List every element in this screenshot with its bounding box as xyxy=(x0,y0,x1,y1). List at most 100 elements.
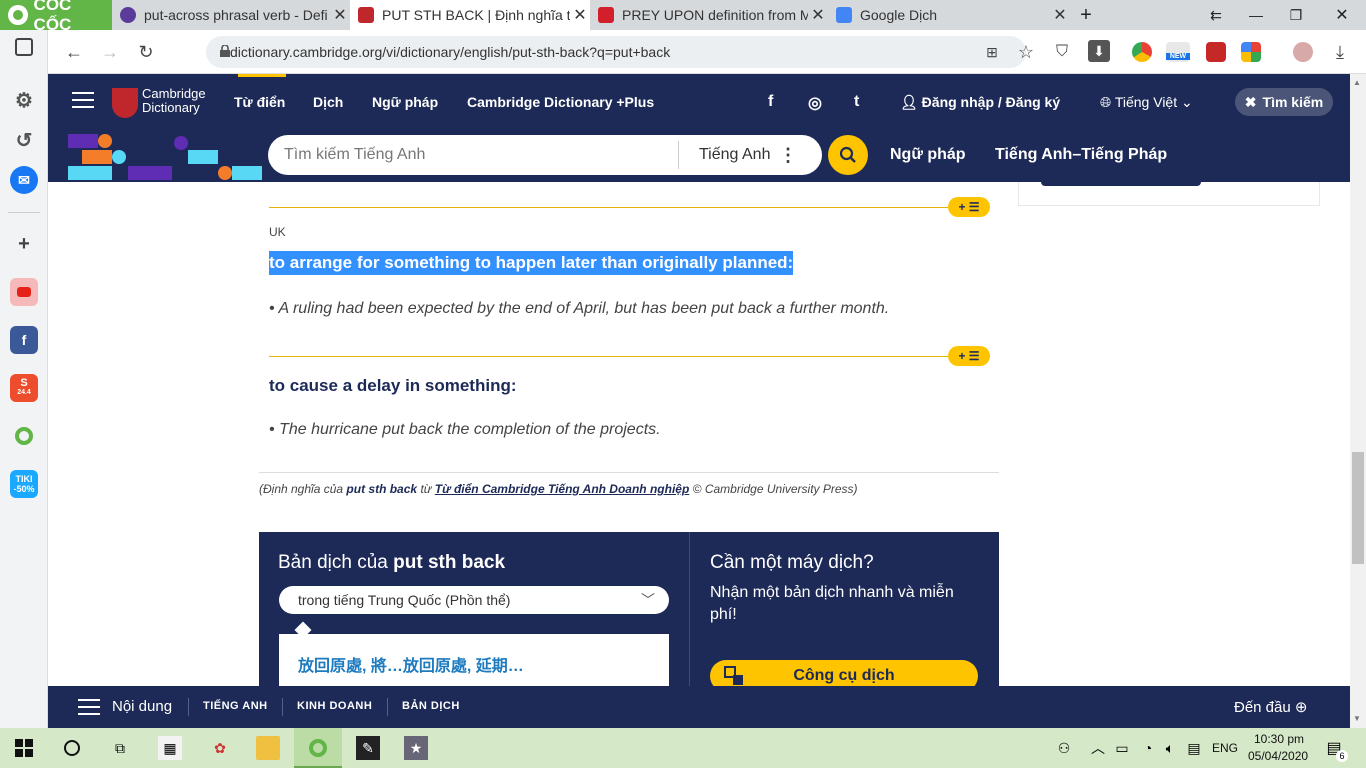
sense-divider xyxy=(269,356,949,357)
browser-tab-prey-upon[interactable]: PREY UPON definition from M ✕ xyxy=(590,0,828,30)
add-to-wordlist-button[interactable]: + ☰ xyxy=(948,346,990,366)
instagram-icon[interactable]: ◎ xyxy=(808,93,822,113)
coccoc-logo[interactable]: CỐC CỐC xyxy=(0,0,112,34)
contents-link[interactable]: Nội dung xyxy=(112,698,172,715)
app-icon-3[interactable]: ✎ xyxy=(356,736,380,760)
nav-dictionary[interactable]: Từ điển xyxy=(234,94,285,110)
tab-close-icon[interactable]: ✕ xyxy=(330,5,350,25)
translate-tool-button[interactable]: Công cụ dịch xyxy=(710,660,978,686)
bottom-link-english[interactable]: TIẾNG ANH xyxy=(203,700,268,712)
search-button[interactable] xyxy=(828,135,868,175)
sidebar-ad-box xyxy=(1018,182,1320,206)
address-bar[interactable]: dictionary.cambridge.org/vi/dictionary/e… xyxy=(206,36,1026,68)
reload-icon[interactable]: ↻ xyxy=(134,40,158,64)
translation-result[interactable]: 放回原處, 將…放回原處, 延期… xyxy=(298,652,524,676)
subnav-grammar[interactable]: Ngữ pháp xyxy=(890,146,966,164)
contents-menu-icon[interactable] xyxy=(78,699,100,717)
page-scrollbar[interactable]: ▲ ▼ xyxy=(1350,74,1366,728)
app-icon-4[interactable]: ★ xyxy=(404,736,428,760)
lock-icon xyxy=(220,45,230,57)
add-to-wordlist-button[interactable]: + ☰ xyxy=(948,197,990,217)
shield-icon[interactable]: ⛉ xyxy=(1050,40,1074,64)
facebook-icon[interactable]: f xyxy=(10,326,38,354)
scrollbar-thumb[interactable] xyxy=(1352,452,1364,564)
search-toggle-button[interactable]: ✖ Tìm kiếm xyxy=(1235,88,1333,116)
search-input[interactable]: Tìm kiếm Tiếng Anh xyxy=(268,146,678,164)
clock-date[interactable]: 05/04/2020 xyxy=(1248,749,1308,763)
volume-icon[interactable]: 🔈︎ xyxy=(1158,736,1182,760)
minimize-icon[interactable]: — xyxy=(1236,0,1276,30)
app-icon-2[interactable]: ✿ xyxy=(208,736,232,760)
battery-icon[interactable]: ▭ xyxy=(1110,736,1134,760)
file-explorer-icon[interactable] xyxy=(256,736,280,760)
tab-close-icon[interactable]: ✕ xyxy=(808,5,828,25)
menu-icon[interactable] xyxy=(72,92,94,110)
tiki-icon[interactable]: TIKI -50% xyxy=(10,470,38,498)
task-view-icon[interactable]: ⧉ xyxy=(108,736,132,760)
nav-plus[interactable]: Cambridge Dictionary +Plus xyxy=(467,94,654,110)
browser-tab-put-sth-back[interactable]: PUT STH BACK | Định nghĩa tr ✕ xyxy=(350,0,590,30)
extension-red-icon[interactable] xyxy=(1206,42,1226,62)
bottom-link-translation[interactable]: BẢN DỊCH xyxy=(402,700,460,712)
nav-translate[interactable]: Dịch xyxy=(313,94,343,110)
extension-colors-icon[interactable] xyxy=(1241,42,1261,62)
windows-start-icon[interactable] xyxy=(12,736,36,760)
new-tab-icon[interactable]: + xyxy=(1066,0,1106,30)
scroll-up-icon[interactable]: ▲ xyxy=(1353,78,1361,87)
extension-chrome-icon[interactable] xyxy=(1132,42,1152,62)
twitter-icon[interactable]: t xyxy=(854,93,859,111)
facebook-icon[interactable]: f xyxy=(768,93,773,111)
tab-list-icon[interactable]: ⇇ xyxy=(1196,0,1236,30)
history-icon[interactable]: ↺ xyxy=(10,126,38,154)
nav-grammar[interactable]: Ngữ pháp xyxy=(372,94,438,110)
language-selector[interactable]: 🌐︎ Tiếng Việt ⌄ xyxy=(1100,94,1193,111)
downloads-icon[interactable]: ⤓ xyxy=(1328,40,1352,64)
search-language-select[interactable]: Tiếng Anh xyxy=(679,146,779,164)
search-circle-icon[interactable] xyxy=(60,736,84,760)
clock-time[interactable]: 10:30 pm xyxy=(1254,732,1304,746)
forward-icon[interactable]: → xyxy=(98,40,122,64)
back-to-top-link[interactable]: Đến đầu ⊕ xyxy=(1234,698,1307,716)
logo-line-2: Dictionary xyxy=(142,100,200,115)
input-language[interactable]: ENG xyxy=(1212,741,1238,755)
login-link[interactable]: 👤︎ Đăng nhập / Đăng ký xyxy=(900,94,1060,111)
credit-source-link[interactable]: Từ điển Cambridge Tiếng Anh Doanh nghiệp xyxy=(435,482,690,496)
shopee-icon[interactable]: S 24.4 xyxy=(10,374,38,402)
region-label: UK xyxy=(269,225,286,239)
settings-icon[interactable]: ⚙ xyxy=(10,86,38,114)
tab-close-icon[interactable]: ✕ xyxy=(570,5,590,25)
back-icon[interactable]: ← xyxy=(62,40,86,64)
bookmark-star-icon[interactable]: ☆ xyxy=(1014,40,1038,64)
browser-tab-strip: CỐC CỐC put-across phrasal verb - Defi ✕… xyxy=(0,0,1366,34)
sidebar-toggle-icon[interactable] xyxy=(15,38,33,56)
machine-translate-title: Cần một máy dịch? xyxy=(710,552,874,573)
app-icon-1[interactable]: ▦ xyxy=(158,736,182,760)
translate-page-icon[interactable]: ⊞ xyxy=(980,40,1004,64)
translation-language-select[interactable]: trong tiếng Trung Quốc (Phồn thể) ﹀ xyxy=(279,586,669,614)
people-icon[interactable]: ⚇ xyxy=(1052,736,1076,760)
messenger-icon[interactable]: ✉ xyxy=(10,166,38,194)
browser-tab-put-across[interactable]: put-across phrasal verb - Defi ✕ xyxy=(112,0,350,30)
subnav-english-french[interactable]: Tiếng Anh–Tiếng Pháp xyxy=(995,146,1167,164)
extension-new-icon[interactable]: NEW xyxy=(1166,42,1190,62)
keyboard-icon[interactable]: ▤ xyxy=(1182,736,1206,760)
add-panel-icon[interactable]: + xyxy=(10,230,38,258)
coccoc-taskbar-icon[interactable] xyxy=(306,736,330,760)
profile-avatar[interactable] xyxy=(1293,42,1313,62)
restore-icon[interactable]: ❐ xyxy=(1276,0,1316,30)
more-options-icon[interactable]: ⋮ xyxy=(779,145,797,166)
wifi-icon[interactable]: ◔ xyxy=(1136,736,1160,760)
notifications-icon[interactable]: ▤ 6 xyxy=(1322,736,1348,762)
bottom-link-business[interactable]: KINH DOANH xyxy=(297,700,372,712)
translation-title-prefix: Bản dịch của xyxy=(278,552,388,573)
credit-divider xyxy=(259,472,999,473)
browser-tab-google-dich[interactable]: Google Dịch ✕ xyxy=(828,0,1070,30)
window-close-icon[interactable]: ✕ xyxy=(1322,0,1362,30)
site-logo[interactable]: Cambridge Dictionary xyxy=(142,87,206,115)
coccoc-extension-icon[interactable] xyxy=(10,422,38,450)
notification-count: 6 xyxy=(1336,750,1348,762)
tray-expand-icon[interactable]: ︿ xyxy=(1086,736,1110,760)
scroll-down-icon[interactable]: ▼ xyxy=(1353,714,1361,723)
download-ext-icon[interactable]: ⬇ xyxy=(1088,40,1110,62)
youtube-icon[interactable] xyxy=(10,278,38,306)
